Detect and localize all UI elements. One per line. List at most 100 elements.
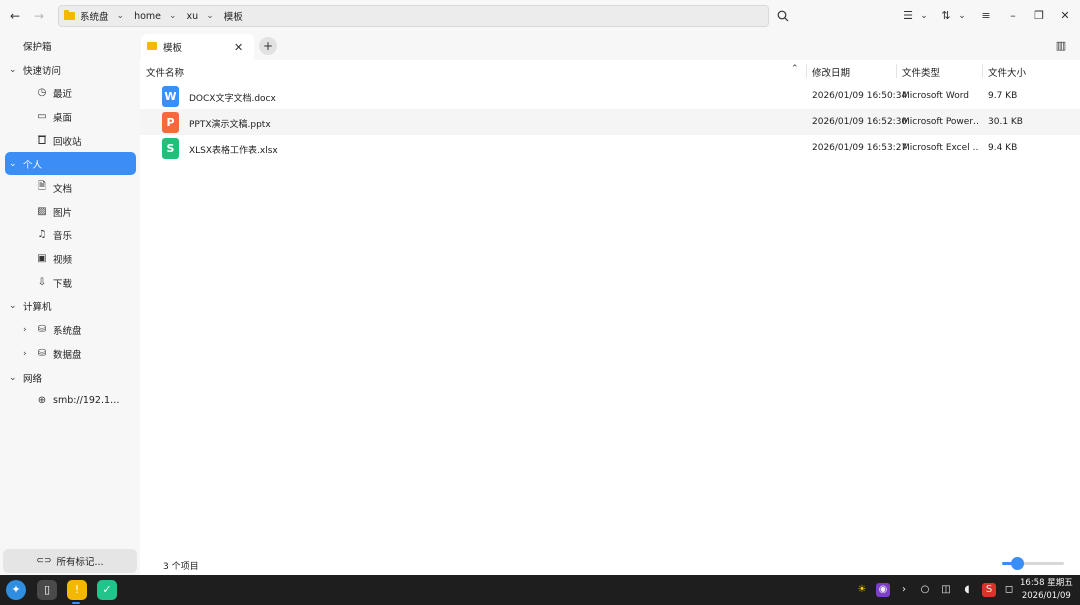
tab-bar: 模板 ✕ + ▥ (140, 32, 1080, 60)
column-size-header[interactable]: 文件大小 (988, 65, 1026, 79)
breadcrumb-template[interactable]: 模板 (224, 9, 243, 23)
sidebar-item-smb-share[interactable]: ⊕ smb://192.1… (5, 389, 136, 412)
disk-icon: ⛁ (37, 348, 47, 359)
sidebar-item-label: 桌面 (53, 112, 73, 124)
clock[interactable]: 16:58 星期五 2026/01/09 (1020, 577, 1073, 603)
sidebar-item-downloads[interactable]: ⇩ 下载 (5, 271, 136, 294)
column-divider[interactable] (896, 64, 897, 78)
sort-icon: ⇅ (941, 9, 951, 22)
sidebar-group-network[interactable]: ⌄ 网络 (5, 366, 136, 389)
main-menu-button[interactable]: ≡ (979, 8, 993, 24)
chevron-down-icon: ⌄ (958, 11, 966, 21)
launcher-button[interactable]: ✦ (6, 580, 26, 600)
sidebar-item-desktop[interactable]: ▭ 桌面 (5, 105, 136, 128)
chevron-down-icon[interactable]: ⌄ (9, 65, 17, 75)
sidebar-item-label: 个人 (23, 159, 43, 171)
app-store-button[interactable]: ✓ (97, 580, 117, 600)
picture-icon: ▨ (37, 206, 47, 217)
list-view-button[interactable]: ☰ (901, 8, 915, 24)
sidebar-group-personal[interactable]: ⌄ 个人 (5, 152, 136, 175)
breadcrumb-label: home (134, 10, 161, 22)
tab-template[interactable]: 模板 ✕ (141, 34, 254, 60)
column-divider[interactable] (982, 64, 983, 78)
sort-button[interactable]: ⇅ (939, 8, 953, 24)
sidebar-item-vault[interactable]: 保护箱 (5, 34, 136, 57)
restore-button[interactable]: ❐ (1032, 8, 1046, 24)
volume-icon[interactable]: ◖ (960, 583, 974, 597)
sidebar-item-data-disk[interactable]: › ⛁ 数据盘 (5, 342, 136, 365)
sidebar-item-recent[interactable]: ◷ 最近 (5, 81, 136, 104)
message-center-icon[interactable]: ◻ (1002, 583, 1016, 597)
breadcrumb-xu[interactable]: xu ⌄ (187, 11, 214, 22)
file-row[interactable]: W DOCX文字文档.docx 2026/01/09 16:50:34 Micr… (140, 83, 1080, 109)
status-bar: 3 个项目 (140, 552, 1080, 575)
folder-icon (147, 42, 157, 50)
column-name-header[interactable]: 文件名称 (146, 65, 184, 79)
breadcrumb-system-disk[interactable]: 系统盘 ⌄ (64, 9, 124, 23)
download-icon: ⇩ (37, 277, 47, 288)
minimize-icon: – (1010, 9, 1016, 22)
sidebar-group-quick-access[interactable]: ⌄ 快速访问 (5, 58, 136, 81)
sidebar-item-label: 数据盘 (53, 349, 82, 361)
word-document-icon: W (162, 86, 179, 107)
file-type: Microsoft Excel … (902, 143, 978, 153)
file-view: 模板 ✕ + ▥ 文件名称 ⌃ 修改日期 文件类型 文件大小 W DOCX文字文… (140, 32, 1080, 575)
chevron-down-icon[interactable]: ⌄ (9, 301, 17, 311)
chevron-down-icon: ⌄ (920, 11, 928, 21)
file-manager-app[interactable]: ! (67, 580, 87, 600)
address-breadcrumb[interactable]: 系统盘 ⌄ home ⌄ xu ⌄ 模板 (58, 5, 769, 27)
network-globe-icon: ⊕ (37, 395, 47, 406)
brightness-icon[interactable]: ☀ (855, 583, 869, 597)
sidebar-item-music[interactable]: ♫ 音乐 (5, 223, 136, 246)
title-toolbar: ← → 系统盘 ⌄ home ⌄ xu ⌄ 模板 ☰ ⌄ ⇅ ⌄ ≡ – ❐ ✕ (0, 0, 1080, 32)
sidebar-item-videos[interactable]: ▣ 视频 (5, 247, 136, 270)
chevron-down-icon[interactable]: ⌄ (9, 159, 17, 169)
new-tab-button[interactable]: + (259, 37, 277, 55)
column-divider[interactable] (806, 64, 807, 78)
wps-app-icon[interactable]: S (982, 583, 996, 597)
search-icon (777, 10, 789, 22)
chevron-down-icon[interactable]: ⌄ (9, 373, 17, 383)
view-mode-dropdown[interactable]: ⌄ (918, 8, 930, 24)
columns-icon: ▥ (1055, 39, 1067, 52)
sort-ascending-icon[interactable]: ⌃ (791, 64, 799, 74)
breadcrumb-label: xu (186, 10, 199, 22)
screen-capture-icon[interactable]: ◉ (876, 583, 890, 597)
sidebar-item-system-disk[interactable]: › ⛁ 系统盘 (5, 318, 136, 341)
notification-icon[interactable]: ◫ (939, 583, 953, 597)
clock-time: 16:58 星期五 (1020, 578, 1073, 588)
search-icon[interactable]: ○ (918, 583, 932, 597)
close-tab-icon[interactable]: ✕ (234, 41, 243, 54)
chevron-down-icon[interactable]: ⌄ (169, 11, 177, 21)
back-button[interactable]: ← (7, 8, 23, 24)
search-button[interactable] (775, 8, 791, 24)
sidebar-item-label: 系统盘 (53, 325, 82, 337)
column-type-header[interactable]: 文件类型 (902, 65, 940, 79)
forward-button[interactable]: → (31, 8, 47, 24)
multitask-button[interactable]: ▯ (37, 580, 57, 600)
chevron-right-icon[interactable]: › (23, 349, 27, 359)
sidebar-item-pictures[interactable]: ▨ 图片 (5, 200, 136, 223)
zoom-slider[interactable] (1002, 557, 1064, 570)
column-modified-header[interactable]: 修改日期 (812, 65, 850, 79)
minimize-button[interactable]: – (1006, 8, 1020, 24)
tray-expand-icon[interactable]: › (897, 583, 911, 597)
sidebar-item-label: 最近 (53, 88, 73, 100)
breadcrumb-home[interactable]: home ⌄ (134, 11, 176, 22)
sidebar-group-computer[interactable]: ⌄ 计算机 (5, 294, 136, 317)
launcher-icon: ✦ (11, 583, 21, 596)
restore-icon: ❐ (1034, 9, 1044, 22)
sidebar-item-trash[interactable]: 回收站 (5, 129, 136, 152)
chevron-down-icon[interactable]: ⌄ (117, 11, 125, 21)
sort-dropdown[interactable]: ⌄ (956, 8, 968, 24)
chevron-right-icon[interactable]: › (23, 325, 27, 335)
detail-panel-button[interactable]: ▥ (1054, 39, 1068, 53)
chevron-down-icon[interactable]: ⌄ (206, 11, 214, 21)
sidebar-item-documents[interactable]: 🗎 文档 (5, 176, 136, 199)
tab-label: 模板 (163, 43, 183, 54)
file-row[interactable]: S XLSX表格工作表.xlsx 2026/01/09 16:53:27 Mic… (140, 135, 1080, 161)
zoom-slider-handle[interactable] (1011, 557, 1024, 570)
all-tags-button[interactable]: ⊂⊃ 所有标记... (3, 549, 137, 573)
file-row[interactable]: P PPTX演示文稿.pptx 2026/01/09 16:52:30 Micr… (140, 109, 1080, 135)
close-button[interactable]: ✕ (1058, 8, 1072, 24)
